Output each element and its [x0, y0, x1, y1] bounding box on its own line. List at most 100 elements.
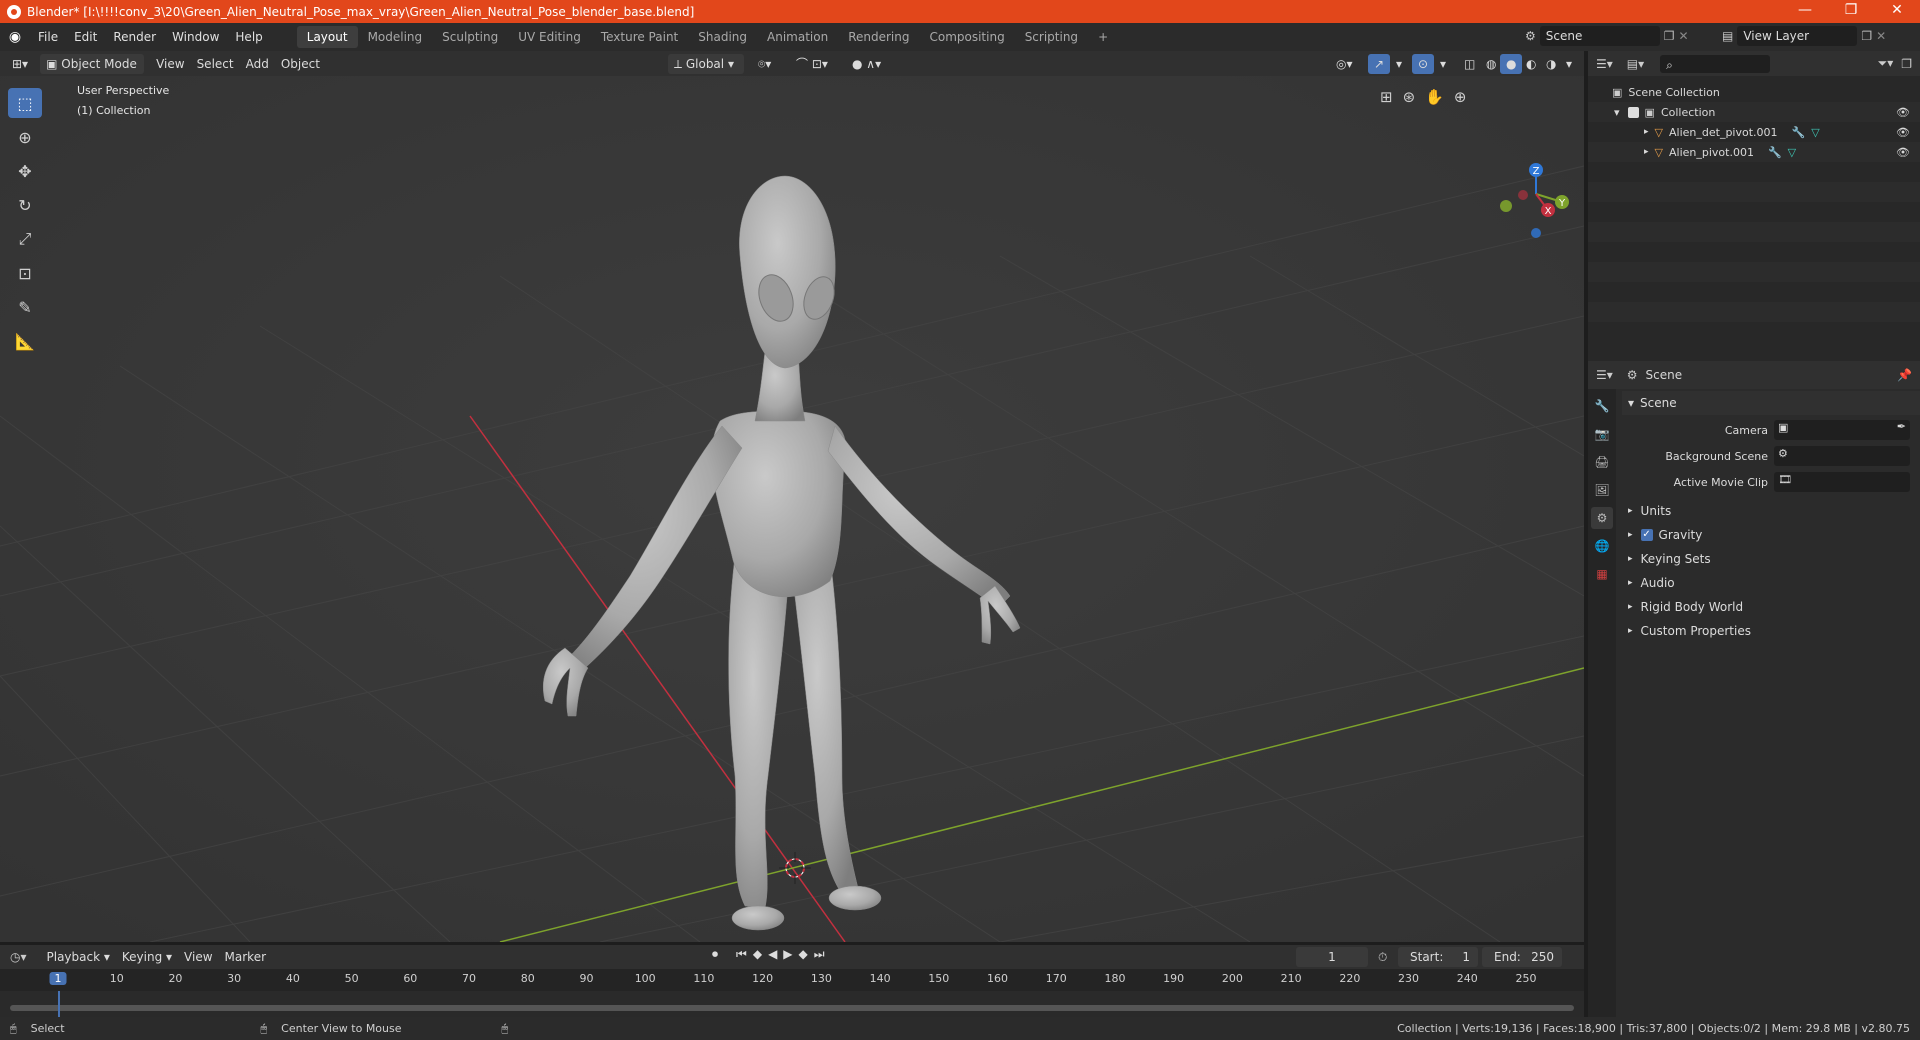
gizmo-neg-z-handle[interactable] — [1531, 228, 1541, 238]
tool-settings-tab-icon[interactable]: 🔧 — [1591, 395, 1613, 417]
next-keyframe-icon[interactable]: ◆ — [799, 947, 808, 962]
menu-select[interactable]: Select — [191, 54, 240, 74]
new-scene-icon[interactable]: ❐ — [1664, 29, 1675, 43]
menu-window[interactable]: Window — [164, 26, 227, 48]
delete-scene-icon[interactable]: ✕ — [1679, 29, 1689, 43]
new-view-layer-icon[interactable]: ❐ — [1861, 29, 1872, 43]
custom-properties-panel-header[interactable]: ▸ Custom Properties — [1622, 619, 1920, 643]
minimize-button[interactable]: — — [1782, 0, 1828, 23]
shading-dropdown-icon[interactable]: ▾ — [1560, 54, 1578, 74]
grid-view-icon[interactable]: ⊞ — [1380, 88, 1393, 106]
mode-dropdown[interactable]: ▣ Object Mode ▾ — [40, 53, 145, 91]
prev-keyframe-icon[interactable]: ◆ — [753, 947, 762, 962]
start-frame-field[interactable]: Start: 1 — [1398, 947, 1478, 967]
audio-panel-header[interactable]: ▸ Audio — [1622, 571, 1920, 595]
eyedropper-icon[interactable]: ✒ — [1897, 420, 1906, 433]
gizmo-dropdown-icon[interactable]: ▾ — [1390, 54, 1408, 74]
background-scene-field[interactable]: ⚙ — [1774, 446, 1910, 466]
jump-start-icon[interactable]: ⏮ — [736, 947, 747, 962]
delete-view-layer-icon[interactable]: ✕ — [1876, 29, 1886, 43]
tab-shading[interactable]: Shading — [688, 26, 757, 48]
menu-edit[interactable]: Edit — [66, 26, 105, 48]
maximize-button[interactable]: ❐ — [1828, 0, 1874, 23]
pivot-icon[interactable]: ⌾▾ — [752, 54, 777, 74]
collection-checkbox[interactable] — [1627, 106, 1639, 118]
add-workspace-button[interactable]: + — [1088, 26, 1118, 48]
pin-icon[interactable]: 📌 — [1897, 368, 1912, 382]
play-icon[interactable]: ▶ — [783, 947, 792, 962]
stopwatch-icon[interactable]: ⏱ — [1378, 950, 1387, 965]
cursor-tool-icon[interactable]: ⊕ — [8, 122, 42, 152]
scale-tool-icon[interactable]: ⤢ — [8, 224, 42, 254]
render-tab-icon[interactable]: 📷 — [1591, 423, 1613, 445]
gizmo-neg-y-handle[interactable] — [1500, 200, 1512, 212]
units-panel-header[interactable]: ▸ Units — [1622, 499, 1920, 523]
tab-modeling[interactable]: Modeling — [358, 26, 433, 48]
outliner-editor-icon[interactable]: ☰▾ — [1596, 57, 1613, 71]
world-tab-icon[interactable]: 🌐 — [1591, 535, 1613, 557]
camera-field[interactable]: ▣ ✒ — [1774, 420, 1910, 440]
tab-scripting[interactable]: Scripting — [1015, 26, 1088, 48]
keying-menu[interactable]: Keying ▾ — [116, 947, 178, 967]
timeline-editor-icon[interactable]: ◷▾ — [10, 950, 27, 964]
zoom-icon[interactable]: ⊕ — [1454, 88, 1467, 106]
overlay-dropdown-icon[interactable]: ▾ — [1434, 54, 1452, 74]
camera-view-icon[interactable]: ⊛ — [1403, 88, 1416, 106]
playback-menu[interactable]: Playback ▾ — [41, 947, 116, 967]
tab-uv-editing[interactable]: UV Editing — [508, 26, 591, 48]
eye-icon[interactable]: 👁 — [1896, 106, 1910, 119]
expand-arrow-icon[interactable]: ▸ — [1644, 127, 1649, 137]
display-mode-icon[interactable]: ▤▾ — [1627, 57, 1644, 71]
rigid-body-world-panel-header[interactable]: ▸ Rigid Body World — [1622, 595, 1920, 619]
modifier-wrench-icon[interactable]: 🔧 — [1792, 126, 1806, 139]
overlay-toggle-icon[interactable]: ⊙ — [1412, 53, 1435, 74]
snap-icon[interactable]: ⌒ ⊡▾ — [790, 54, 834, 74]
output-tab-icon[interactable]: 🖨 — [1591, 451, 1613, 473]
end-frame-field[interactable]: End: 250 — [1482, 947, 1562, 967]
scene-panel-header[interactable]: ▾ Scene — [1622, 391, 1920, 415]
menu-file[interactable]: File — [30, 26, 66, 48]
menu-help[interactable]: Help — [227, 26, 270, 48]
view-layer-field[interactable]: View Layer — [1737, 26, 1858, 46]
jump-end-icon[interactable]: ⏭ — [814, 947, 825, 962]
editor-type-icon[interactable]: ⊞▾ — [6, 54, 34, 74]
tab-sculpting[interactable]: Sculpting — [432, 26, 508, 48]
orientation-dropdown[interactable]: ⟂ Global ▾ — [668, 53, 744, 74]
timeline-view-menu[interactable]: View — [178, 947, 218, 967]
measure-tool-icon[interactable]: 📐 — [8, 326, 42, 356]
current-frame-marker[interactable]: 1 — [49, 972, 67, 985]
transform-tool-icon[interactable]: ⊡ — [8, 258, 42, 288]
marker-menu[interactable]: Marker — [219, 947, 272, 967]
record-button-icon[interactable]: ⏺ — [712, 947, 718, 962]
modifier-wrench-icon[interactable]: 🔧 — [1768, 146, 1782, 159]
gizmo-neg-x-handle[interactable] — [1518, 190, 1528, 200]
active-movie-clip-field[interactable]: 🎞 — [1774, 472, 1910, 492]
outliner-row-scene-collection[interactable]: ▣ Scene Collection — [1588, 82, 1920, 102]
new-collection-icon[interactable]: ❐ — [1901, 57, 1912, 71]
expand-arrow-icon[interactable]: ▾ — [1614, 106, 1620, 119]
mesh-data-icon[interactable]: ▽ — [1811, 126, 1819, 139]
tab-layout[interactable]: Layout — [296, 26, 358, 48]
view-layer-tab-icon[interactable]: 🖼 — [1591, 479, 1613, 501]
outliner-row-object[interactable]: ▸ ▽ Alien_pivot.001 🔧 ▽ 👁 — [1588, 142, 1920, 162]
tab-texture-paint[interactable]: Texture Paint — [591, 26, 688, 48]
mesh-data-icon[interactable]: ▽ — [1788, 146, 1796, 159]
menu-view[interactable]: View — [150, 54, 190, 74]
close-button[interactable]: ✕ — [1874, 0, 1920, 23]
scene-tab-icon[interactable]: ⚙ — [1591, 507, 1613, 529]
pan-hand-icon[interactable]: ✋ — [1425, 88, 1444, 106]
3d-viewport[interactable]: Z Y X User Perspective (1) Collection ⊞ … — [0, 76, 1584, 942]
timeline-scrollbar[interactable] — [10, 1005, 1574, 1011]
visibility-icon[interactable]: ◎▾ — [1330, 54, 1359, 74]
tab-animation[interactable]: Animation — [757, 26, 838, 48]
current-frame-field[interactable]: 1 — [1296, 947, 1368, 967]
scene-field[interactable]: Scene — [1539, 26, 1660, 46]
annotate-tool-icon[interactable]: ✎ — [8, 292, 42, 322]
tab-compositing[interactable]: Compositing — [919, 26, 1014, 48]
menu-render[interactable]: Render — [105, 26, 164, 48]
scene-icon[interactable]: ⚙ — [1525, 29, 1536, 43]
filter-icon[interactable]: ⏷▾ — [1878, 56, 1894, 71]
menu-add[interactable]: Add — [240, 54, 275, 74]
texture-tab-icon[interactable]: ▦ — [1591, 563, 1613, 585]
outliner-row-collection[interactable]: ▾ ▣ Collection 👁 — [1588, 102, 1920, 122]
